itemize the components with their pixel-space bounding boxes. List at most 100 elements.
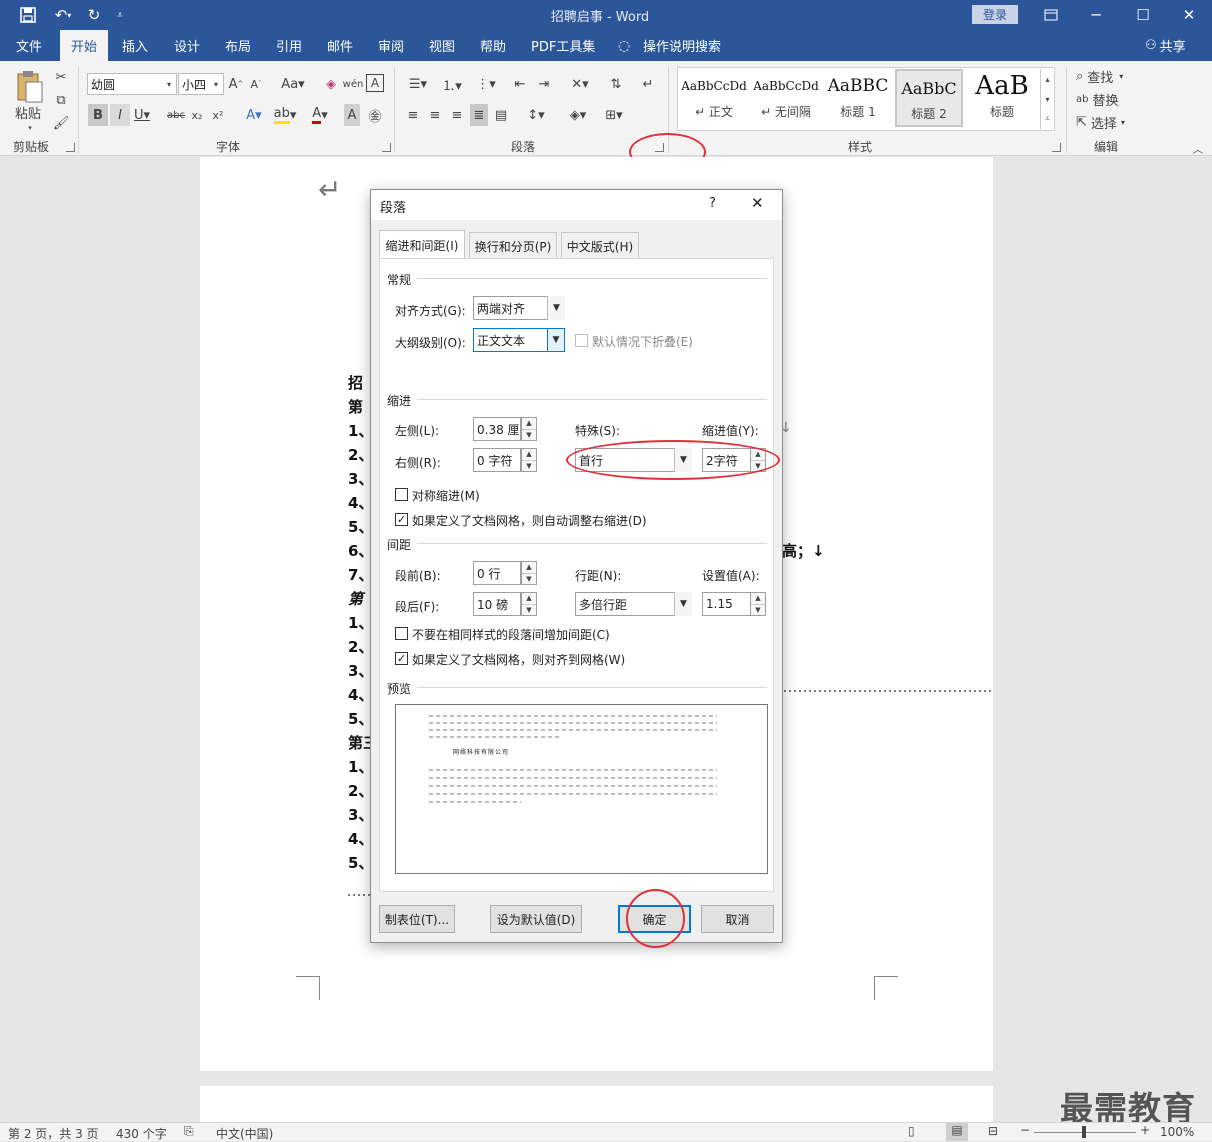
- paste-dropdown-icon[interactable]: ▾: [25, 117, 35, 139]
- grow-font-icon[interactable]: A ^: [228, 73, 244, 95]
- italic-icon[interactable]: I: [110, 104, 130, 126]
- page-count[interactable]: 第 2 页，共 3 页: [8, 1125, 99, 1142]
- tab-home[interactable]: 开始: [60, 30, 108, 61]
- character-border-icon[interactable]: A: [366, 74, 384, 92]
- phonetic-guide-icon[interactable]: wén: [343, 73, 364, 95]
- tab-pdf-tools[interactable]: PDF工具集: [531, 30, 595, 61]
- tab-file[interactable]: 文件: [16, 30, 42, 61]
- text-effects-icon[interactable]: A▾: [242, 104, 266, 126]
- tab-review[interactable]: 审阅: [378, 30, 404, 61]
- font-size-combo[interactable]: 小四 ▾: [178, 73, 224, 95]
- zoom-out-icon[interactable]: −: [1020, 1123, 1030, 1137]
- align-left-icon[interactable]: ≡: [404, 104, 422, 126]
- line-spacing-at-input[interactable]: 1.15: [702, 592, 752, 616]
- auto-adjust-checkbox[interactable]: ✓: [395, 513, 408, 526]
- read-mode-icon[interactable]: ▯: [908, 1124, 915, 1138]
- clear-formatting-icon[interactable]: ◈: [322, 73, 340, 95]
- undo-icon[interactable]: ↶ ▾: [48, 0, 78, 30]
- underline-icon[interactable]: U▾: [132, 104, 152, 126]
- tell-me-search[interactable]: 操作说明搜索: [643, 30, 721, 61]
- chevron-down-icon[interactable]: ▼: [547, 328, 565, 352]
- left-indent-spinner[interactable]: ▲ ▼: [521, 417, 537, 441]
- space-after-input[interactable]: 10 磅: [473, 592, 521, 616]
- subscript-icon[interactable]: x₂: [189, 104, 205, 126]
- strikethrough-icon[interactable]: abc: [166, 104, 186, 126]
- tab-design[interactable]: 设计: [174, 30, 200, 61]
- copy-icon[interactable]: ⧉: [52, 89, 70, 111]
- font-launcher-icon[interactable]: [382, 143, 391, 152]
- bullets-icon[interactable]: ☰▾: [404, 73, 432, 95]
- chevron-down-icon[interactable]: ▼: [547, 296, 565, 320]
- login-button[interactable]: 登录: [972, 5, 1018, 24]
- change-case-icon[interactable]: Aa▾: [280, 73, 306, 95]
- tab-layout[interactable]: 布局: [225, 30, 251, 61]
- redo-icon[interactable]: ↻: [84, 0, 104, 30]
- cancel-button[interactable]: 取消: [701, 905, 774, 933]
- lightbulb-icon[interactable]: ◌: [618, 30, 630, 61]
- proofing-icon[interactable]: ⎘: [184, 1124, 194, 1139]
- styles-launcher-icon[interactable]: [1052, 143, 1061, 152]
- style-no-spacing[interactable]: AaBbCcDd ↵ 无间隔: [752, 69, 820, 127]
- chevron-down-icon[interactable]: ▼: [674, 592, 692, 616]
- set-default-button[interactable]: 设为默认值(D): [490, 905, 582, 933]
- multilevel-list-icon[interactable]: ⋮▾: [472, 73, 500, 95]
- collapse-ribbon-icon[interactable]: ︿: [1190, 137, 1206, 159]
- tab-asian-typography[interactable]: 中文版式(H): [561, 232, 639, 259]
- numbering-icon[interactable]: ⒈▾: [438, 73, 466, 95]
- highlight-icon[interactable]: ab ▾: [272, 104, 298, 126]
- select-button[interactable]: ⇱ 选择 ▾: [1076, 111, 1138, 133]
- tab-mailings[interactable]: 邮件: [327, 30, 353, 61]
- ribbon-display-icon[interactable]: [1040, 0, 1062, 30]
- help-icon[interactable]: ?: [709, 196, 716, 211]
- enclose-characters-icon[interactable]: ㊎: [366, 104, 384, 126]
- customize-toolbar-icon[interactable]: ⩡: [112, 0, 128, 30]
- language-indicator[interactable]: 中文(中国): [216, 1125, 273, 1142]
- replace-button[interactable]: ab 替换: [1076, 88, 1138, 110]
- font-name-combo[interactable]: 幼圆 ▾: [87, 73, 177, 95]
- font-color-icon[interactable]: A ▾: [308, 104, 332, 126]
- word-count[interactable]: 430 个字: [116, 1125, 167, 1142]
- left-indent-input[interactable]: 0.38 厘米: [473, 417, 521, 441]
- format-painter-icon[interactable]: 🖌: [52, 112, 70, 134]
- zoom-level[interactable]: 100%: [1160, 1125, 1194, 1139]
- tab-help[interactable]: 帮助: [480, 30, 506, 61]
- justify-icon[interactable]: ≣: [470, 104, 488, 126]
- decrease-indent-icon[interactable]: ⇤: [510, 73, 530, 95]
- clipboard-launcher-icon[interactable]: [66, 143, 75, 152]
- align-center-icon[interactable]: ≡: [426, 104, 444, 126]
- line-spacing-icon[interactable]: ↕▾: [522, 104, 550, 126]
- cut-icon[interactable]: ✂: [52, 66, 70, 88]
- collapse-default-checkbox[interactable]: [575, 334, 588, 347]
- space-after-spinner[interactable]: ▲ ▼: [521, 592, 537, 616]
- shading-icon[interactable]: ◈▾: [564, 104, 592, 126]
- character-shading-icon[interactable]: A: [344, 104, 360, 126]
- web-layout-icon[interactable]: ⊟: [988, 1124, 998, 1138]
- close-icon[interactable]: ✕: [751, 194, 764, 212]
- bold-icon[interactable]: B: [88, 104, 108, 126]
- close-icon[interactable]: ✕: [1178, 0, 1200, 30]
- line-spacing-at-spinner[interactable]: ▲ ▼: [750, 592, 766, 616]
- right-indent-input[interactable]: 0 字符: [473, 448, 521, 472]
- align-right-icon[interactable]: ≡: [448, 104, 466, 126]
- tab-view[interactable]: 视图: [429, 30, 455, 61]
- styles-scroll-down-icon[interactable]: ▾: [1040, 89, 1054, 109]
- print-layout-icon[interactable]: ▤: [946, 1123, 968, 1141]
- mirror-indents-checkbox[interactable]: [395, 488, 408, 501]
- space-before-spinner[interactable]: ▲ ▼: [521, 561, 537, 585]
- zoom-slider-thumb[interactable]: [1082, 1126, 1086, 1138]
- increase-indent-icon[interactable]: ⇥: [534, 73, 554, 95]
- share-button[interactable]: ⚇ 共享: [1145, 30, 1186, 61]
- style-title[interactable]: AaB 标题: [968, 69, 1036, 127]
- maximize-icon[interactable]: ☐: [1132, 0, 1154, 30]
- style-heading-1[interactable]: AaBBC 标题 1: [824, 69, 892, 127]
- tab-insert[interactable]: 插入: [122, 30, 148, 61]
- borders-icon[interactable]: ⊞▾: [600, 104, 628, 126]
- styles-more-icon[interactable]: ⩡: [1040, 109, 1054, 129]
- tab-line-page-breaks[interactable]: 换行和分页(P): [469, 232, 557, 259]
- styles-scroll-up-icon[interactable]: ▴: [1040, 69, 1054, 89]
- right-indent-spinner[interactable]: ▲ ▼: [521, 448, 537, 472]
- tab-indents-spacing[interactable]: 缩进和间距(I): [379, 230, 465, 259]
- superscript-icon[interactable]: x²: [210, 104, 226, 126]
- style-normal[interactable]: AaBbCcDd ↵ 正文: [680, 69, 748, 127]
- distribute-icon[interactable]: ▤: [492, 104, 510, 126]
